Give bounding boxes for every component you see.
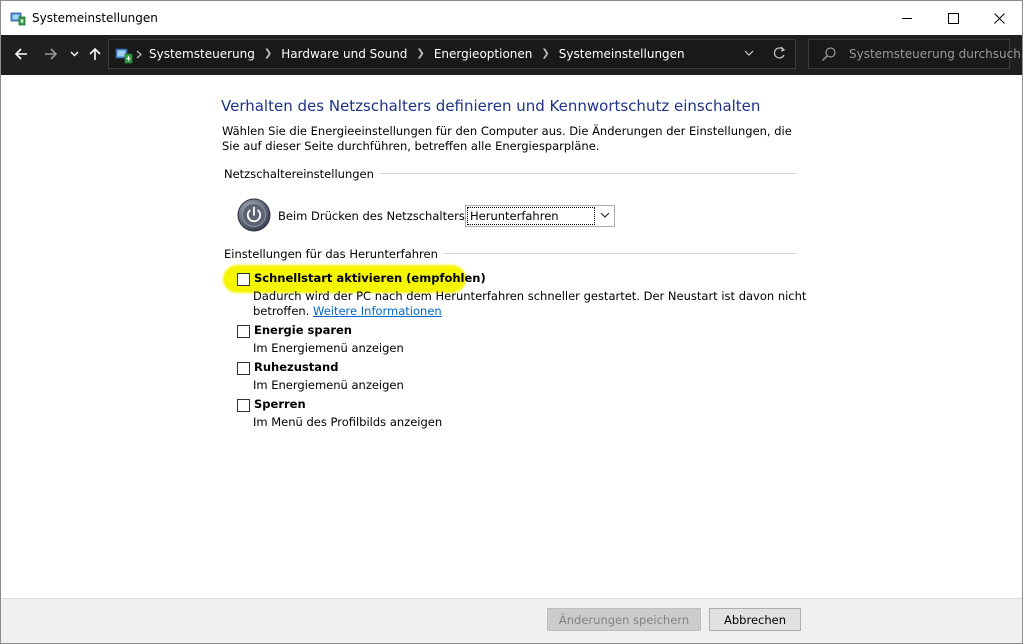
breadcrumb-item-systemsteuerung[interactable]: Systemsteuerung: [149, 47, 255, 61]
power-button-action-select[interactable]: Herunterfahren: [465, 205, 615, 227]
cancel-button[interactable]: Abbrechen: [709, 608, 801, 631]
lock-description: Im Menü des Profilbilds anzeigen: [253, 415, 443, 429]
chevron-right-icon: [136, 50, 142, 59]
more-information-link[interactable]: Weitere Informationen: [313, 304, 442, 318]
fast-startup-description-line: betroffen. Weitere Informationen: [253, 304, 806, 319]
maximize-icon: [947, 12, 959, 24]
maximize-button[interactable]: [930, 1, 976, 35]
chevron-down-icon: [744, 50, 754, 56]
group-label-power-button: Netzschaltereinstellungen: [224, 167, 380, 181]
hibernate-label[interactable]: Ruhezustand: [254, 360, 338, 374]
power-button-action-value: Herunterfahren: [467, 207, 595, 225]
minimize-button[interactable]: [884, 1, 930, 35]
lock-label[interactable]: Sperren: [254, 397, 306, 411]
chevron-down-icon: [600, 208, 610, 225]
address-history-dropdown[interactable]: [744, 46, 754, 63]
window-title: Systemeinstellungen: [32, 11, 158, 25]
sleep-checkbox[interactable]: [237, 325, 250, 338]
minimize-icon: [901, 17, 912, 19]
control-panel-icon: [10, 12, 26, 26]
navigation-bar: Systemsteuerung ❯ Hardware und Sound ❯ E…: [1, 35, 1023, 75]
group-label-shutdown: Einstellungen für das Herunterfahren: [224, 247, 444, 261]
refresh-icon: [773, 46, 786, 59]
forward-button[interactable]: [41, 43, 61, 65]
fast-startup-label[interactable]: Schnellstart aktivieren (empfohlen): [254, 271, 486, 285]
refresh-button[interactable]: [773, 45, 786, 64]
breadcrumb-item-systemeinstellungen[interactable]: Systemeinstellungen: [559, 47, 685, 61]
forward-arrow-icon: [45, 48, 58, 60]
main-content: Verhalten des Netzschalters definieren u…: [1, 75, 1022, 599]
breadcrumb: Systemsteuerung ❯ Hardware und Sound ❯ E…: [149, 47, 685, 61]
settings-window: Systemeinstellungen Systemsteuerung ❯ Ha…: [0, 0, 1023, 644]
recent-dropdown-icon: [70, 51, 78, 57]
fast-startup-description-prefix: betroffen.: [253, 304, 310, 318]
breadcrumb-item-hardware-und-sound[interactable]: Hardware und Sound: [281, 47, 407, 61]
footer: Änderungen speichern Abbrechen: [1, 599, 1022, 643]
search-input[interactable]: Systemsteuerung durchsuch...: [849, 47, 1023, 61]
close-button[interactable]: [976, 1, 1022, 35]
up-button[interactable]: [85, 43, 105, 65]
power-icon: [237, 198, 271, 232]
back-arrow-icon: [14, 48, 27, 60]
title-bar: Systemeinstellungen: [1, 1, 1022, 35]
page-title: Verhalten des Netzschalters definieren u…: [221, 97, 761, 115]
save-changes-button[interactable]: Änderungen speichern: [547, 608, 701, 631]
sleep-description: Im Energiemenü anzeigen: [253, 341, 404, 355]
fast-startup-description-line: Dadurch wird der PC nach dem Herunterfah…: [253, 289, 807, 303]
page-description: Wählen Sie die Energieeinstellungen für …: [222, 124, 792, 153]
fast-startup-checkbox[interactable]: [237, 273, 250, 286]
hibernate-description: Im Energiemenü anzeigen: [253, 378, 404, 392]
power-button-action-label: Beim Drücken des Netzschalters:: [278, 209, 469, 223]
back-button[interactable]: [11, 43, 31, 65]
chevron-right-icon: ❯: [416, 48, 425, 59]
lock-checkbox[interactable]: [237, 399, 250, 412]
up-arrow-icon: [89, 47, 101, 60]
sleep-label[interactable]: Energie sparen: [254, 323, 352, 337]
search-box[interactable]: Systemsteuerung durchsuch...: [808, 39, 1023, 69]
chevron-right-icon: ❯: [263, 48, 273, 59]
breadcrumb-item-energieoptionen[interactable]: Energieoptionen: [434, 47, 533, 61]
chevron-right-icon: ❯: [541, 48, 550, 59]
control-panel-icon: [115, 48, 133, 64]
fast-startup-description: Dadurch wird der PC nach dem Herunterfah…: [253, 289, 806, 319]
close-icon: [993, 12, 1005, 24]
address-bar[interactable]: Systemsteuerung ❯ Hardware und Sound ❯ E…: [108, 39, 796, 69]
recent-locations-button[interactable]: [67, 43, 81, 65]
hibernate-checkbox[interactable]: [237, 362, 250, 375]
search-icon: [822, 47, 836, 61]
